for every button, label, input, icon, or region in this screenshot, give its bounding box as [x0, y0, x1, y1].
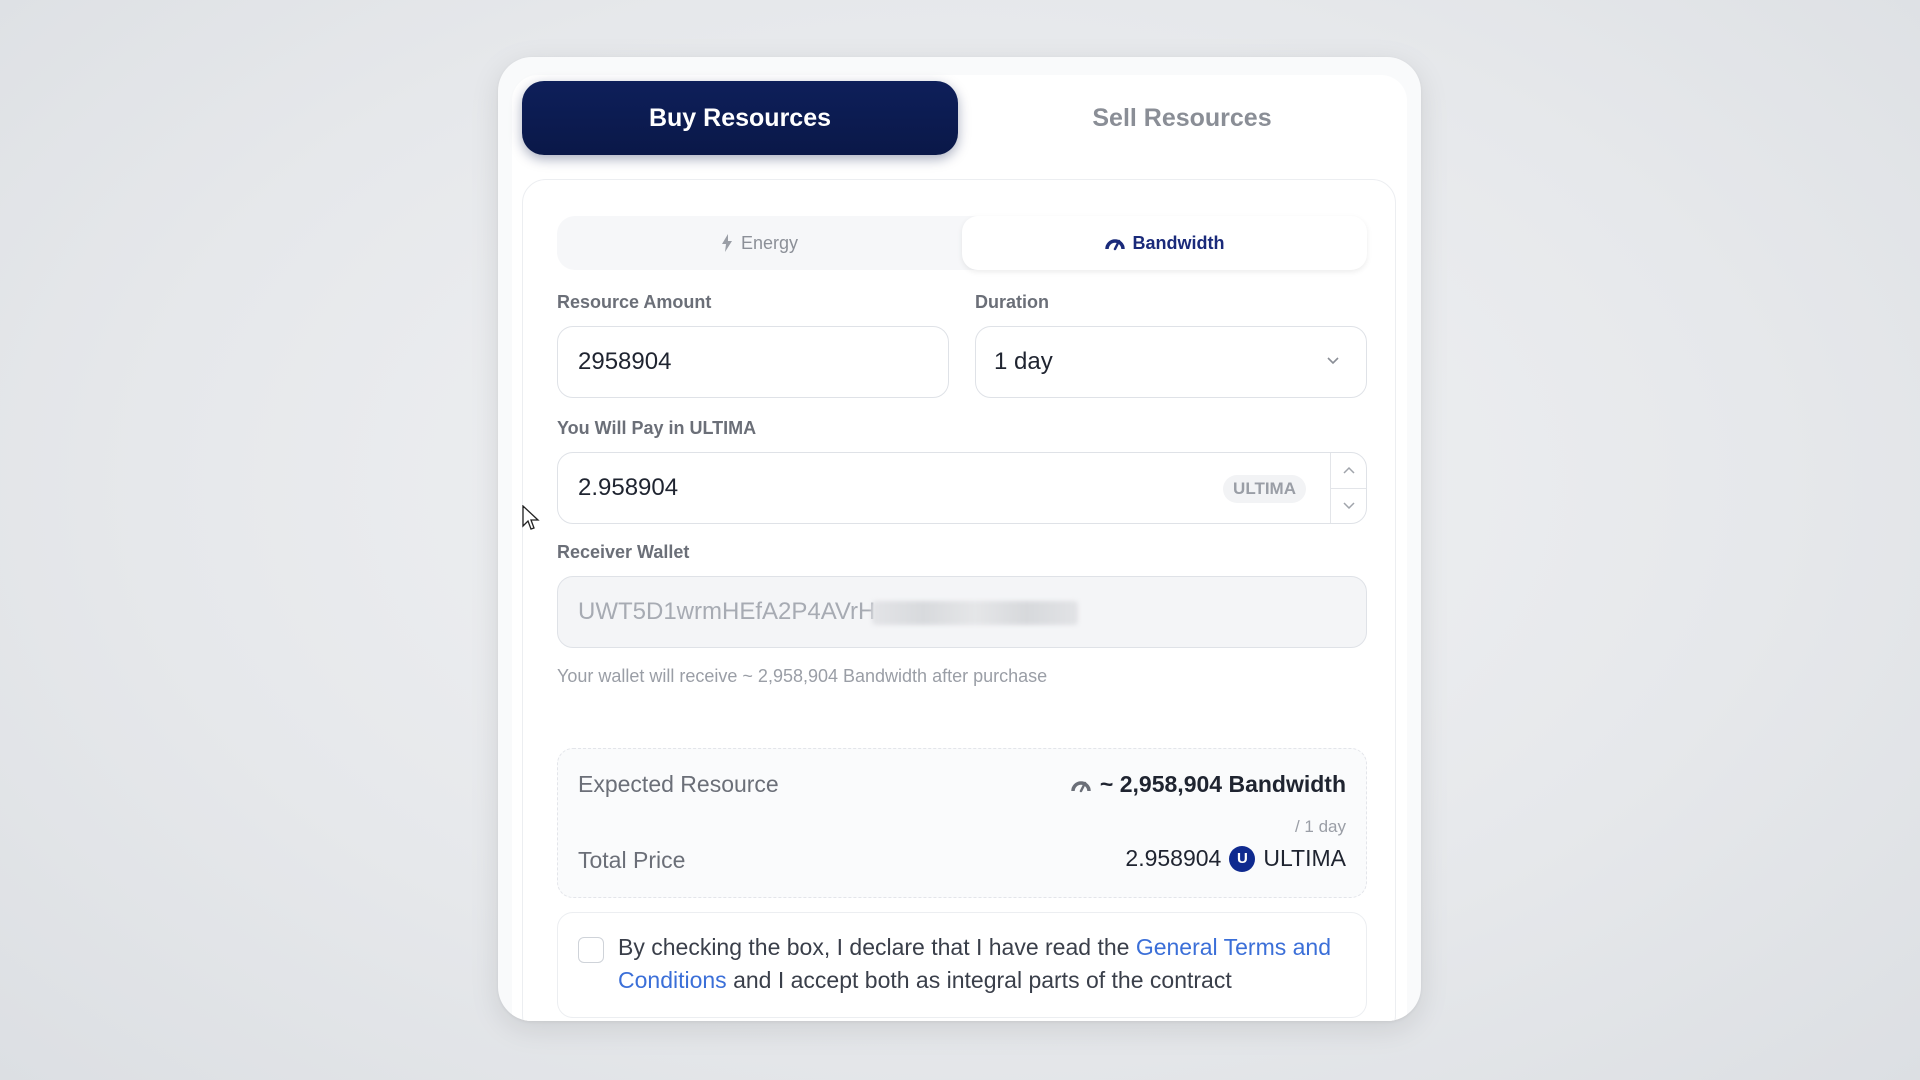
- pay-stepper: [1330, 453, 1366, 523]
- total-price-unit: ULTIMA: [1263, 845, 1346, 871]
- total-price-value: 2.958904 U ULTIMA: [1125, 845, 1346, 872]
- stepper-up[interactable]: [1331, 453, 1366, 489]
- receiver-wallet-input[interactable]: UWT5D1wrmHEfA2P4AVrH: [557, 576, 1367, 648]
- duration-label: Duration: [975, 292, 1049, 312]
- tab-energy[interactable]: Energy: [557, 216, 962, 270]
- wallet-hint: Your wallet will receive ~ 2,958,904 Ban…: [557, 666, 1048, 686]
- wallet-label: Receiver Wallet: [557, 542, 690, 562]
- expected-resource-value: ~ 2,958,904 Bandwidth: [1070, 771, 1346, 798]
- tab-energy-label: Energy: [740, 232, 799, 253]
- pay-amount-value: 2.958904: [578, 474, 679, 501]
- terms-checkbox[interactable]: [578, 937, 604, 963]
- expected-amount: ~ 2,958,904 Bandwidth: [1099, 771, 1346, 797]
- receiver-wallet-value: UWT5D1wrmHEfA2P4AVrH: [578, 598, 876, 625]
- stepper-down[interactable]: [1331, 489, 1366, 524]
- pay-label: You Will Pay in ULTIMA: [557, 418, 757, 438]
- terms-text-after: and I accept both as integral parts of t…: [726, 967, 1232, 993]
- tab-bandwidth-label: Bandwidth: [1132, 232, 1225, 253]
- chevron-up-icon: [1342, 467, 1355, 474]
- amount-label: Resource Amount: [557, 292, 712, 312]
- main-tabs: Buy Resources Sell Resources: [522, 81, 1397, 155]
- terms-text-before: By checking the box, I declare that I ha…: [618, 934, 1136, 960]
- tab-buy-resources[interactable]: Buy Resources: [522, 81, 958, 155]
- duration-value: 1 day: [994, 348, 1053, 375]
- buy-panel: Energy Bandwidth Resource Amount 2958904…: [522, 179, 1396, 1021]
- mouse-cursor-icon: [522, 505, 540, 530]
- terms-text: By checking the box, I declare that I ha…: [618, 931, 1338, 997]
- tab-bandwidth[interactable]: Bandwidth: [962, 216, 1367, 270]
- gauge-icon: [1071, 780, 1091, 792]
- expected-duration: / 1 day: [1294, 817, 1346, 836]
- gauge-icon: [1104, 239, 1125, 251]
- order-summary: Expected Resource ~ 2,958,904 Bandwidth …: [557, 748, 1367, 898]
- chevron-down-icon: [1342, 502, 1355, 509]
- resource-type-tabs: Energy Bandwidth: [557, 216, 1367, 270]
- duration-select[interactable]: 1 day: [975, 326, 1367, 398]
- total-price-amount: 2.958904: [1125, 845, 1222, 871]
- ultima-coin-icon: U: [1229, 845, 1256, 872]
- resource-amount-input[interactable]: 2958904: [557, 326, 949, 398]
- expected-resource-label: Expected Resource: [578, 771, 779, 797]
- resource-card: Buy Resources Sell Resources Energy Band…: [498, 57, 1421, 1021]
- terms-box: By checking the box, I declare that I ha…: [557, 912, 1367, 1018]
- resource-amount-value: 2958904: [578, 348, 672, 375]
- tab-sell-resources[interactable]: Sell Resources: [964, 81, 1400, 155]
- pay-unit-badge: ULTIMA: [1223, 475, 1306, 503]
- chevron-down-icon: [1327, 357, 1339, 365]
- card-inner: Buy Resources Sell Resources Energy Band…: [512, 75, 1407, 1021]
- lightning-icon: [721, 234, 732, 252]
- pay-amount-input[interactable]: 2.958904 ULTIMA: [557, 452, 1367, 524]
- redacted-address: [872, 601, 1078, 625]
- total-price-label: Total Price: [578, 847, 686, 873]
